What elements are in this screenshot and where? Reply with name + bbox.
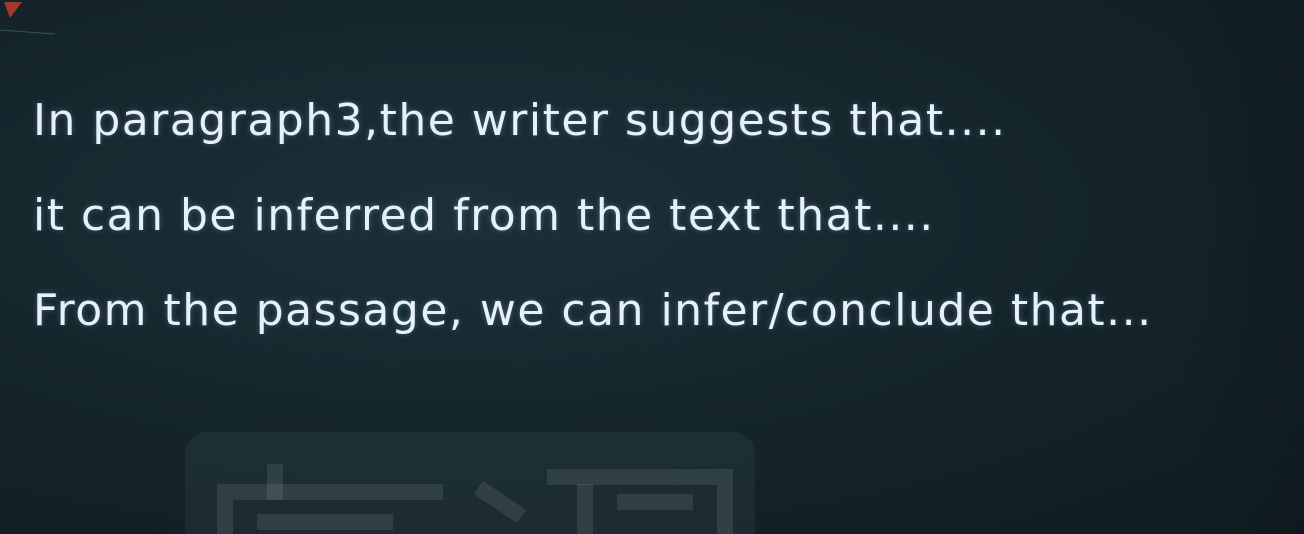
vignette <box>1184 0 1304 534</box>
slide: In paragraph3,the writer suggests that..… <box>0 0 1304 534</box>
watermark-glyphs <box>217 464 733 534</box>
slide-line-3: From the passage, we can infer/conclude … <box>33 285 1153 336</box>
red-pin-icon <box>0 2 56 35</box>
slide-line-2: it can be inferred from the text that...… <box>33 190 935 241</box>
slide-line-1: In paragraph3,the writer suggests that..… <box>33 95 1007 146</box>
channel-logo-watermark <box>185 432 755 534</box>
